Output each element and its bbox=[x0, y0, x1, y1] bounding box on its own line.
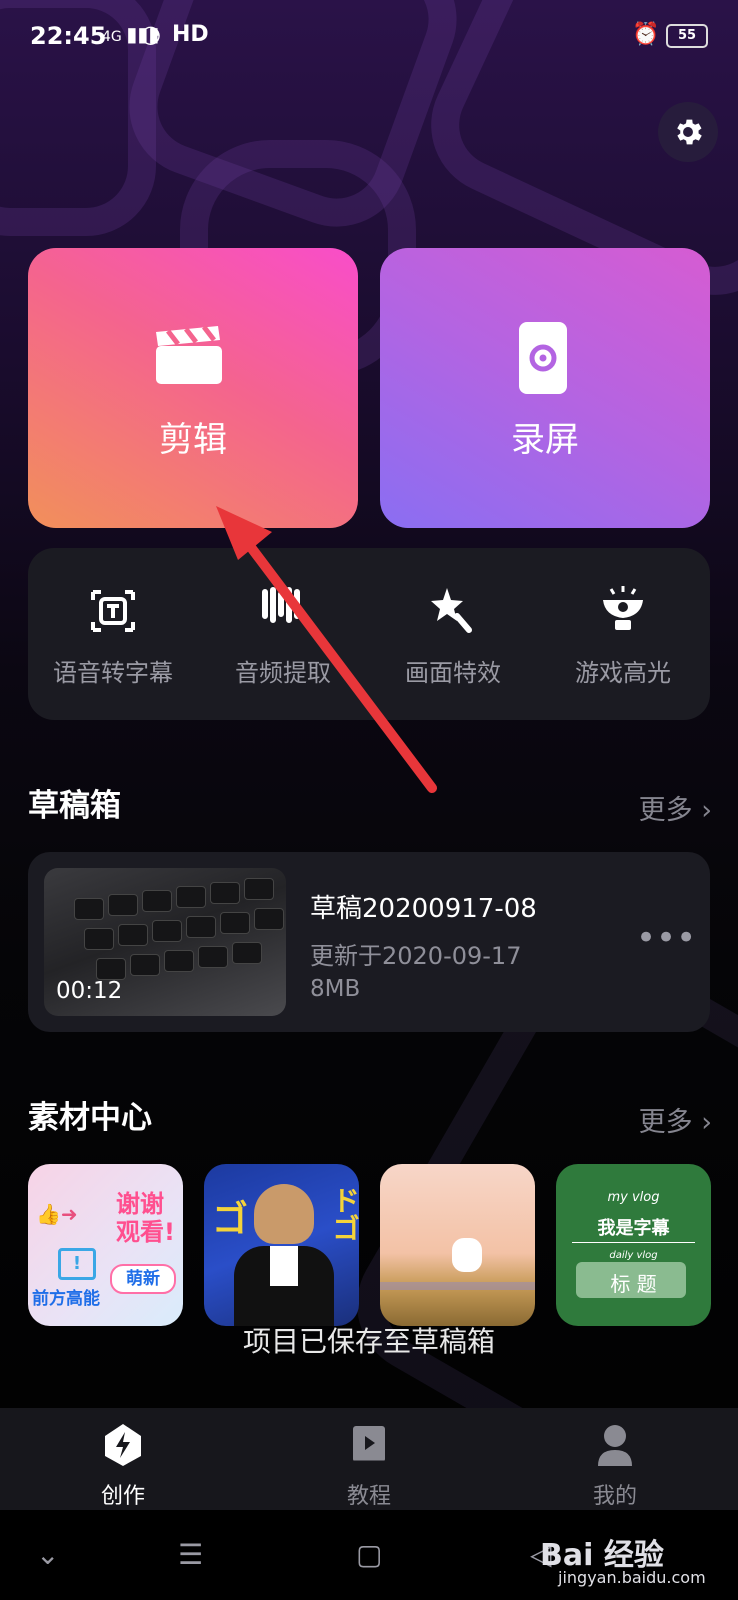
annotation-arrow bbox=[216, 506, 437, 793]
